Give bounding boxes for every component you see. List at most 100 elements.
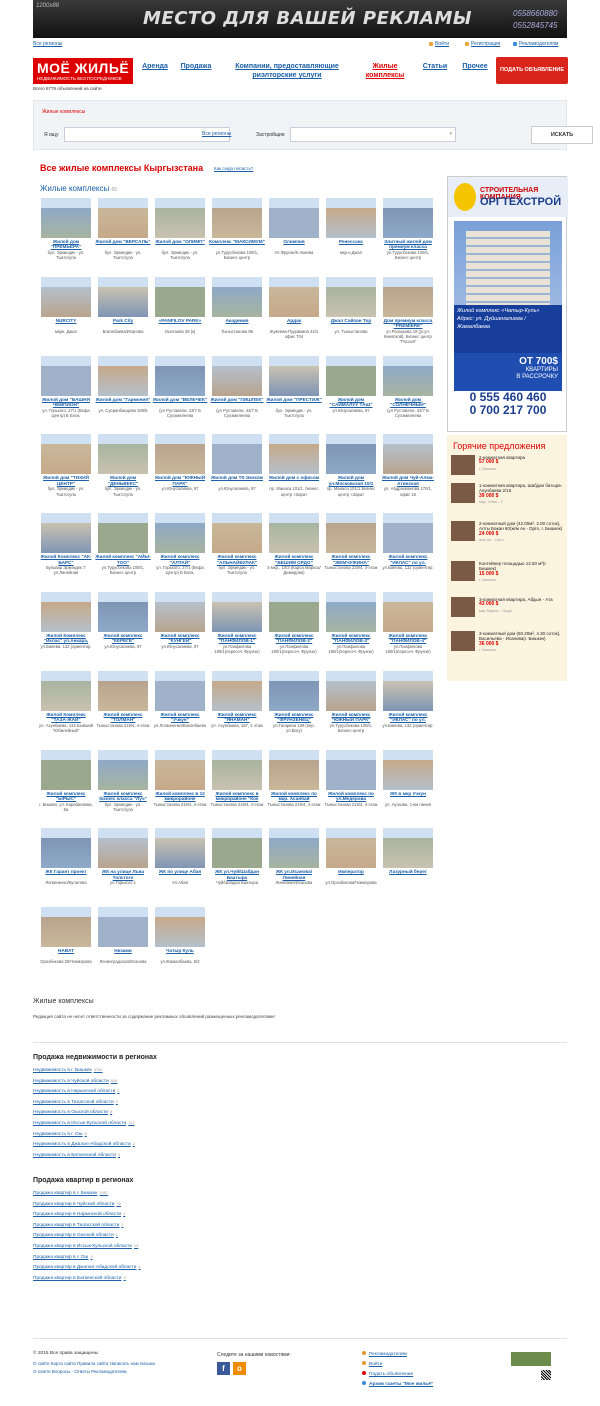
complex-card[interactable]: Жилой комплекс "ИКЛАС" по ул. ул.Баяева, … [380, 513, 436, 593]
region-label[interactable]: Недвижимость в Баткенской области [33, 1153, 116, 1158]
region-label[interactable]: Недвижимость в Нарынской области [33, 1089, 115, 1094]
complex-photo[interactable] [98, 434, 148, 475]
complex-name[interactable]: Жилой комплекс "ЯНАМАН" [209, 712, 265, 723]
complex-card[interactable]: Жилой дом "БАШНЯ ЧЕМПИОН" ул. Горького, 2… [38, 355, 94, 436]
complex-photo[interactable] [212, 749, 262, 790]
complex-name[interactable]: Жилой комплекс "ПАНФИЛОВ-2" [266, 633, 322, 644]
complex-card[interactable]: Park City Боконбаева/Исанова [95, 276, 151, 357]
complex-photo[interactable] [269, 513, 319, 554]
complex-name[interactable]: Олимпия [266, 239, 322, 244]
complex-photo[interactable] [269, 434, 319, 475]
complex-name[interactable]: Жилой дом "Гармония" [95, 397, 151, 402]
region-link[interactable]: Недвижимость в г. Бишкек 3781 [33, 1067, 103, 1073]
complex-name[interactable]: Жилой комплекс "АЛТАЙ" [152, 554, 208, 565]
footer-advertisers[interactable]: Рекламодателям [369, 1352, 407, 1357]
complex-name[interactable]: Жилой комплекс бизнес класса "Луч" [95, 791, 151, 802]
complex-name[interactable]: Жилой комплекс "Учкун" [152, 712, 208, 723]
region-link[interactable]: Продажа квартир в Нарынской области 1 [33, 1211, 125, 1217]
offer-thumbnail[interactable] [451, 631, 475, 651]
footer-links-1[interactable]: О сайте Карта сайта Правила сайта Написа… [33, 1361, 155, 1366]
region-label[interactable]: Недвижимость в Таласской области [33, 1100, 114, 1105]
complex-card[interactable]: Жилой дом "САЙМАЛУУ ТАШ" ул.Юнусалиева, 9… [323, 355, 379, 436]
complex-card[interactable]: Жилой дом ул.Московская 10/1 пр. Манаса 1… [323, 434, 379, 514]
complex-card[interactable]: Жилой комплекс "ФРУНЗЕНЕЦ" ул.Гагарина 13… [266, 670, 322, 751]
complex-name[interactable]: Park City [95, 318, 151, 323]
complex-card[interactable]: NURCITY мкрн. Джал [38, 276, 94, 357]
complex-name[interactable]: Академия [209, 318, 265, 323]
complex-photo[interactable] [383, 828, 433, 869]
complex-card[interactable]: Элитный жилой дом премиум класса ул.Турус… [380, 198, 436, 278]
complex-card[interactable]: «PANFILOV PARK» Ушетаева 39 (к) [152, 276, 208, 357]
complex-card[interactable]: Жилой комплекс "ПАНФИЛОВ-2" ул.Панфилова … [266, 592, 322, 672]
complex-photo[interactable] [155, 670, 205, 711]
complex-name[interactable]: NURCITY [38, 318, 94, 323]
complex-card[interactable]: Жилой дом "ВЕЛЕЧЕК" (ул Руставели, 43/7 Б… [152, 355, 208, 436]
nav-rent[interactable]: Аренда [141, 62, 169, 71]
complex-name[interactable]: Элитный жилой дом премиум класса [380, 239, 436, 250]
complex-name[interactable]: Ренессанс [323, 239, 379, 244]
complex-photo[interactable] [98, 513, 148, 554]
complex-name[interactable]: Жилой дом "СОЛНЕЧНЫЙ" [380, 397, 436, 408]
complex-card[interactable]: Жилой комплекс "ЖЕМЧУЖИНА" Тыныстанова 21… [323, 513, 379, 593]
complex-card[interactable]: Жилой дом "ОЛИМП" бул. Эркиндик - ул. Тык… [152, 198, 208, 278]
complex-photo[interactable] [155, 749, 205, 790]
complex-photo[interactable] [155, 276, 205, 317]
region-label[interactable]: Продажа квартир в Баткенской области [33, 1276, 122, 1281]
complex-photo[interactable] [98, 907, 148, 948]
complex-card[interactable]: ЖК ул.Исанова/Линейная Линейная/Исанова [266, 828, 322, 908]
complex-photo[interactable] [326, 276, 376, 317]
regions-link[interactable]: Все регионы [33, 41, 62, 47]
complex-card[interactable]: Жилой комплекс "Учкун" ул.Логвиненко/Боко… [152, 670, 208, 751]
offer-thumbnail[interactable] [451, 455, 475, 475]
complex-card[interactable]: Жилой комплекс "ПАНФИЛОВ-1" ул.Панфилова … [209, 592, 265, 672]
complex-name[interactable]: Жилой дом "БАШНЯ ЧЕМПИОН" [38, 397, 94, 408]
complex-photo[interactable] [41, 828, 91, 869]
complex-photo[interactable] [212, 198, 262, 238]
complex-photo[interactable] [383, 355, 433, 396]
hot-offer-item[interactable]: 1-комнатная квартира, Шабдан батыра-Ахун… [451, 483, 565, 511]
complex-photo[interactable] [326, 828, 376, 869]
complex-name[interactable]: Жилой дом с офисом [266, 475, 322, 480]
advertisers-link[interactable]: Рекламодателям [519, 41, 558, 47]
complex-card[interactable]: Ардак Жукеева-Пудовкина 44/1 офис 704 [266, 276, 322, 357]
region-label[interactable]: Продажа квартир в Иссык-Кульской области [33, 1244, 132, 1249]
hot-offer-item[interactable]: 3-комнатная квартира, Абдыя - Ата 43 000 … [451, 597, 565, 625]
developer-select[interactable]: ▾ [290, 127, 456, 142]
region-link[interactable]: Продажа квартир в г. Бишкек 1557 [33, 1190, 108, 1196]
side-ad-banner[interactable]: СТРОИТЕЛЬНАЯ КОМПАНИЯ ОРГТЕХСТРОЙ Жилой … [447, 176, 568, 432]
complex-photo[interactable] [212, 276, 262, 317]
complex-card[interactable]: Академия Тыныстанова 86 [209, 276, 265, 357]
complex-card[interactable]: Жилой комплекс в 12 микрорайоне Тыныстано… [152, 749, 208, 830]
complex-photo[interactable] [269, 749, 319, 790]
complex-card[interactable]: Жилой дом "ВЕРСАЛЬ" бул. Эркиндик - ул. Т… [95, 198, 151, 278]
complex-card[interactable]: Жилой дом с офисом пр. Манаса 101/1, бизн… [266, 434, 322, 514]
breadcrumb[interactable]: Жилые комплексы [42, 109, 85, 115]
complex-photo[interactable] [326, 513, 376, 554]
complex-photo[interactable] [326, 670, 376, 711]
region-link[interactable]: Недвижимость в Таласской области 2 [33, 1099, 118, 1105]
complex-name[interactable]: Жилой комплекс "ЖЕМЧУЖИНА" [323, 554, 379, 565]
complex-card[interactable]: Жилой дом "ПИШПЕК" (ул Руставели, 43/7 Б … [209, 355, 265, 436]
complex-name[interactable]: ЖК по улице Абая [152, 869, 208, 874]
complex-card[interactable]: НАВАТ Орозбекова 20/Чокморова [38, 907, 94, 987]
complex-name[interactable]: Низами [95, 948, 151, 953]
hot-offer-item[interactable]: 2-комнатный дом (42.00м², 2.00 соток), А… [451, 521, 565, 549]
post-ad-button[interactable]: ПОДАТЬ ОБЪЯВЛЕНИЕ [496, 57, 568, 84]
search-button[interactable]: ИСКАТЬ [531, 126, 593, 144]
complex-name[interactable]: Жилой дом "ЮЖНЫЙ ПАРК" [152, 475, 208, 486]
complex-photo[interactable] [269, 198, 319, 238]
offer-thumbnail[interactable] [451, 483, 475, 503]
complex-photo[interactable] [326, 355, 376, 396]
hot-offer-item[interactable]: Контейнер площадью 12.50 м²(г. Бишкек) 15… [451, 561, 565, 589]
complex-card[interactable]: Жилой Комплекс "АК-БАРС" Бульвар Эркиндик… [38, 513, 94, 593]
complex-name[interactable]: Жилой комплекс "АЙЫ-ТОО" [95, 554, 151, 565]
complex-photo[interactable] [269, 592, 319, 632]
register-link[interactable]: Регистрация [471, 41, 500, 47]
complex-photo[interactable] [98, 828, 148, 869]
complex-photo[interactable] [326, 749, 376, 790]
complex-card[interactable]: Жилой дом "ТИХИЙ ЦЕНТР" бул. Эркиндик - у… [38, 434, 94, 514]
nav-other[interactable]: Прочее [458, 62, 492, 71]
complex-name[interactable]: Джал Сайпан Тор [323, 318, 379, 323]
complex-name[interactable]: Жилой комплекс "ПАНФИЛОВ-3" [323, 633, 379, 644]
region-link[interactable]: Недвижимость в Нарынской области 2 [33, 1088, 120, 1094]
